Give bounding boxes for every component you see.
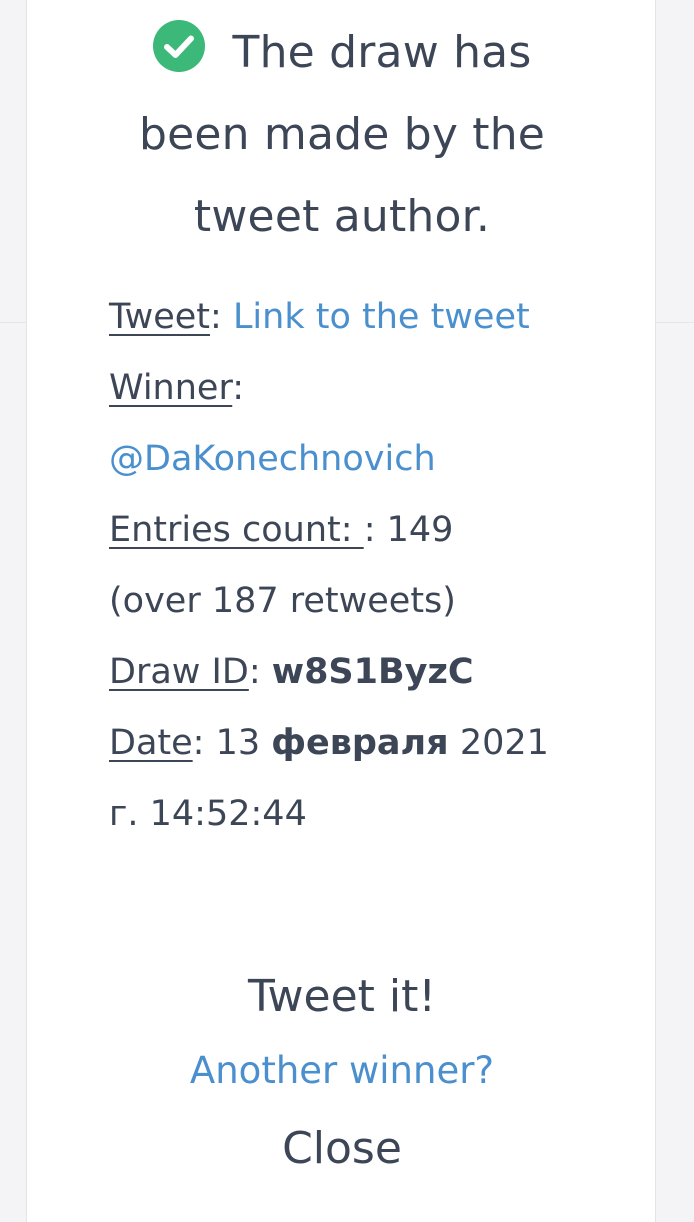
check-circle-icon	[152, 20, 205, 72]
another-winner-link[interactable]: Another winner?	[27, 1040, 657, 1102]
winner-row: Winner: @DaKonechnovich	[109, 368, 436, 479]
close-button[interactable]: Close	[27, 1114, 657, 1184]
tweet-link[interactable]: Link to the tweet	[233, 297, 530, 337]
date-day: 13	[215, 723, 261, 763]
winner-label: Winner	[109, 368, 233, 408]
tweet-it-button[interactable]: Tweet it!	[27, 962, 657, 1032]
date-label: Date	[109, 723, 193, 763]
draw-id-label: Draw ID	[109, 652, 249, 692]
entries-label: Entries count:	[109, 510, 364, 550]
draw-id-row: Draw ID: w8S1ByzC	[109, 652, 474, 692]
tweet-row: Tweet: Link to the tweet	[109, 297, 530, 337]
entries-row: Entries count: : 149 (over 187 retweets)	[109, 510, 456, 621]
draw-id-value: w8S1ByzC	[271, 652, 474, 692]
tweet-label: Tweet	[109, 297, 211, 337]
date-month: февраля	[271, 723, 449, 763]
draw-result-modal: The draw has been made by the tweet auth…	[26, 0, 656, 1222]
date-row: Date: 13 февраля 2021 г. 14:52:44	[109, 723, 549, 834]
draw-details: Tweet: Link to the tweet Winner: @DaKone…	[109, 282, 549, 850]
draw-status-heading: The draw has been made by the tweet auth…	[107, 12, 577, 258]
winner-handle-link[interactable]: @DaKonechnovich	[109, 439, 436, 479]
